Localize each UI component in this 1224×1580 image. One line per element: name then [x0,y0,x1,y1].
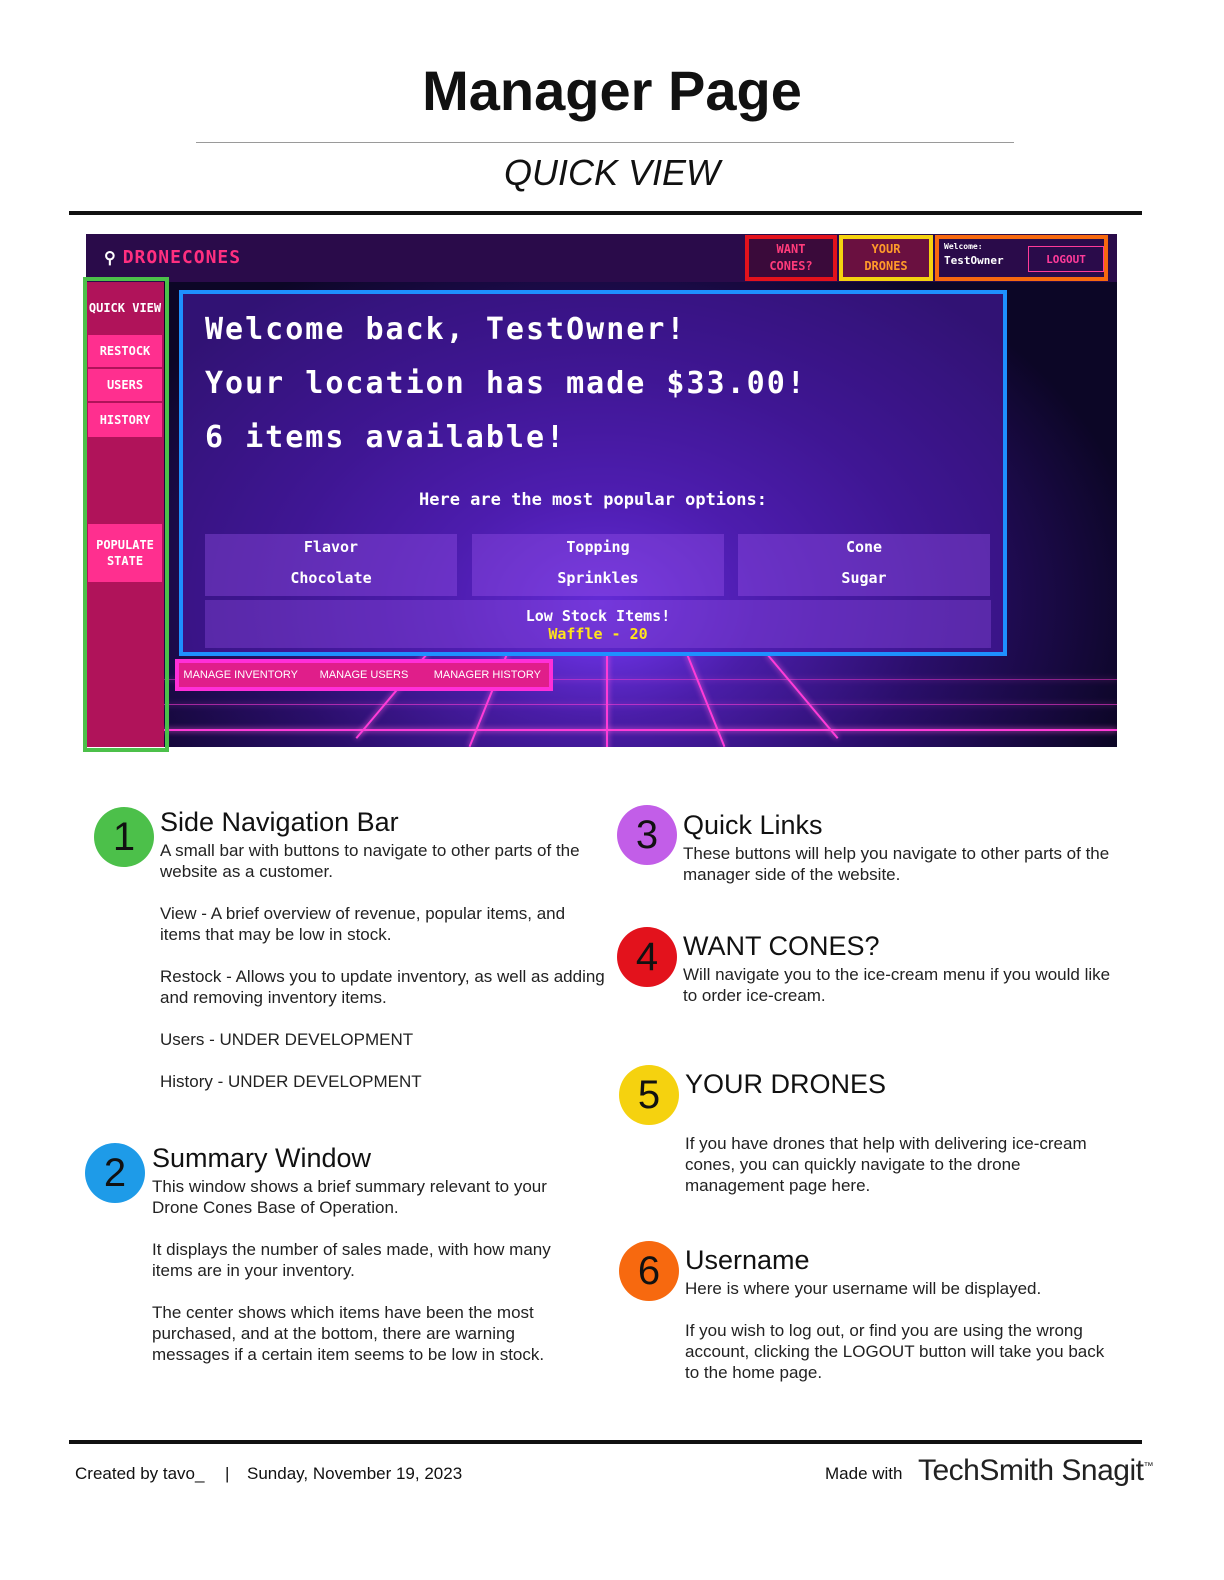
legend-text-want-cones: Will navigate you to the ice-cream menu … [683,965,1111,1005]
card-value: Sugar [841,569,887,587]
welcome-heading: Welcome back, TestOwner! [205,312,687,347]
legend-title-want-cones: WANT CONES? [683,931,880,961]
callout-frame-side-nav [83,277,169,752]
page-subtitle: QUICK VIEW [503,152,721,193]
page-title: Manager Page [422,59,802,122]
legend-badge-5: 5 [619,1065,679,1125]
divider [69,211,1142,215]
grid-line [86,729,1117,731]
card-heading: Cone [845,538,883,556]
card-value: Sprinkles [557,569,639,587]
card-heading: Flavor [303,538,359,556]
legend-text-your-drones: If you have drones that help with delive… [685,1134,1087,1195]
trademark: ™ [1143,1461,1153,1472]
grid-line [686,653,726,747]
legend-badge-3: 3 [617,805,677,865]
low-stock-label: Low Stock Items! [525,607,671,625]
manager-history-button[interactable]: MANAGER HISTORY [426,663,549,687]
legend-badge-1: 1 [94,807,154,867]
ice-cream-icon: ⚲ [104,248,117,267]
low-stock-item: Waffle - 20 [548,625,648,643]
legend-text-side-nav: A small bar with buttons to navigate to … [160,841,605,1091]
legend-title-quick-links: Quick Links [683,810,823,840]
grid-line [766,653,839,739]
manage-users-button[interactable]: MANAGE USERS [302,663,425,687]
footer-made-with: Made with [825,1464,903,1483]
legend-badge-4: 4 [617,927,677,987]
summary-window: Welcome back, TestOwner! Your location h… [179,290,1007,656]
callout-frame-username [935,235,1108,281]
popular-card-flavor: Flavor Chocolate [205,534,457,596]
divider [196,142,1014,143]
legend-title-side-nav: Side Navigation Bar [160,807,399,837]
popular-card-topping: Topping Sprinkles [472,534,724,596]
badge-number: 5 [637,1072,661,1117]
badge-number: 1 [112,814,136,859]
legend-badge-6: 6 [619,1241,679,1301]
logo[interactable]: ⚲ DRONECONES [104,247,241,268]
low-stock-panel: Low Stock Items! Waffle - 20 [205,600,991,648]
footer-separator: | [225,1464,230,1483]
grid-line [86,704,1117,705]
footer-created: Created by tavo_ [75,1464,205,1483]
card-value: Chocolate [290,569,372,587]
divider [69,1440,1142,1444]
ui-screenshot: ⚲ DRONECONES WANT CONES? YOUR DRONES Wel… [86,234,1117,747]
legend-title-summary-window: Summary Window [152,1143,372,1173]
popular-options-label: Here are the most popular options: [419,490,767,510]
callout-frame-your-drones [839,235,933,281]
snagit-logo: TechSmith Snagit™ [918,1454,1153,1488]
manage-inventory-button[interactable]: MANAGE INVENTORY [179,663,302,687]
grid-line [606,654,608,747]
footer-date: Sunday, November 19, 2023 [247,1464,463,1483]
manager-quick-links: MANAGE INVENTORY MANAGE USERS MANAGER HI… [175,659,553,691]
legend-badge-2: 2 [85,1143,145,1203]
popular-card-cone: Cone Sugar [738,534,990,596]
callout-frame-want-cones [745,235,837,281]
legend-text-summary-window: This window shows a brief summary releva… [152,1177,551,1364]
logo-text: DRONECONES [122,247,242,268]
legend-text-quick-links: These buttons will help you navigate to … [683,844,1110,884]
legend-text-username: Here is where your username will be disp… [685,1279,1105,1382]
legend-title-username: Username [685,1245,810,1275]
revenue-heading: Your location has made $33.00! [205,366,807,401]
badge-number: 4 [635,934,659,979]
card-heading: Topping [566,538,630,556]
badge-number: 2 [103,1150,127,1195]
items-available-heading: 6 items available! [205,420,567,455]
brand-name: TechSmith Snagit [918,1454,1144,1487]
badge-number: 6 [637,1248,661,1293]
badge-number: 3 [635,812,659,857]
legend-title-your-drones: YOUR DRONES [685,1069,887,1099]
